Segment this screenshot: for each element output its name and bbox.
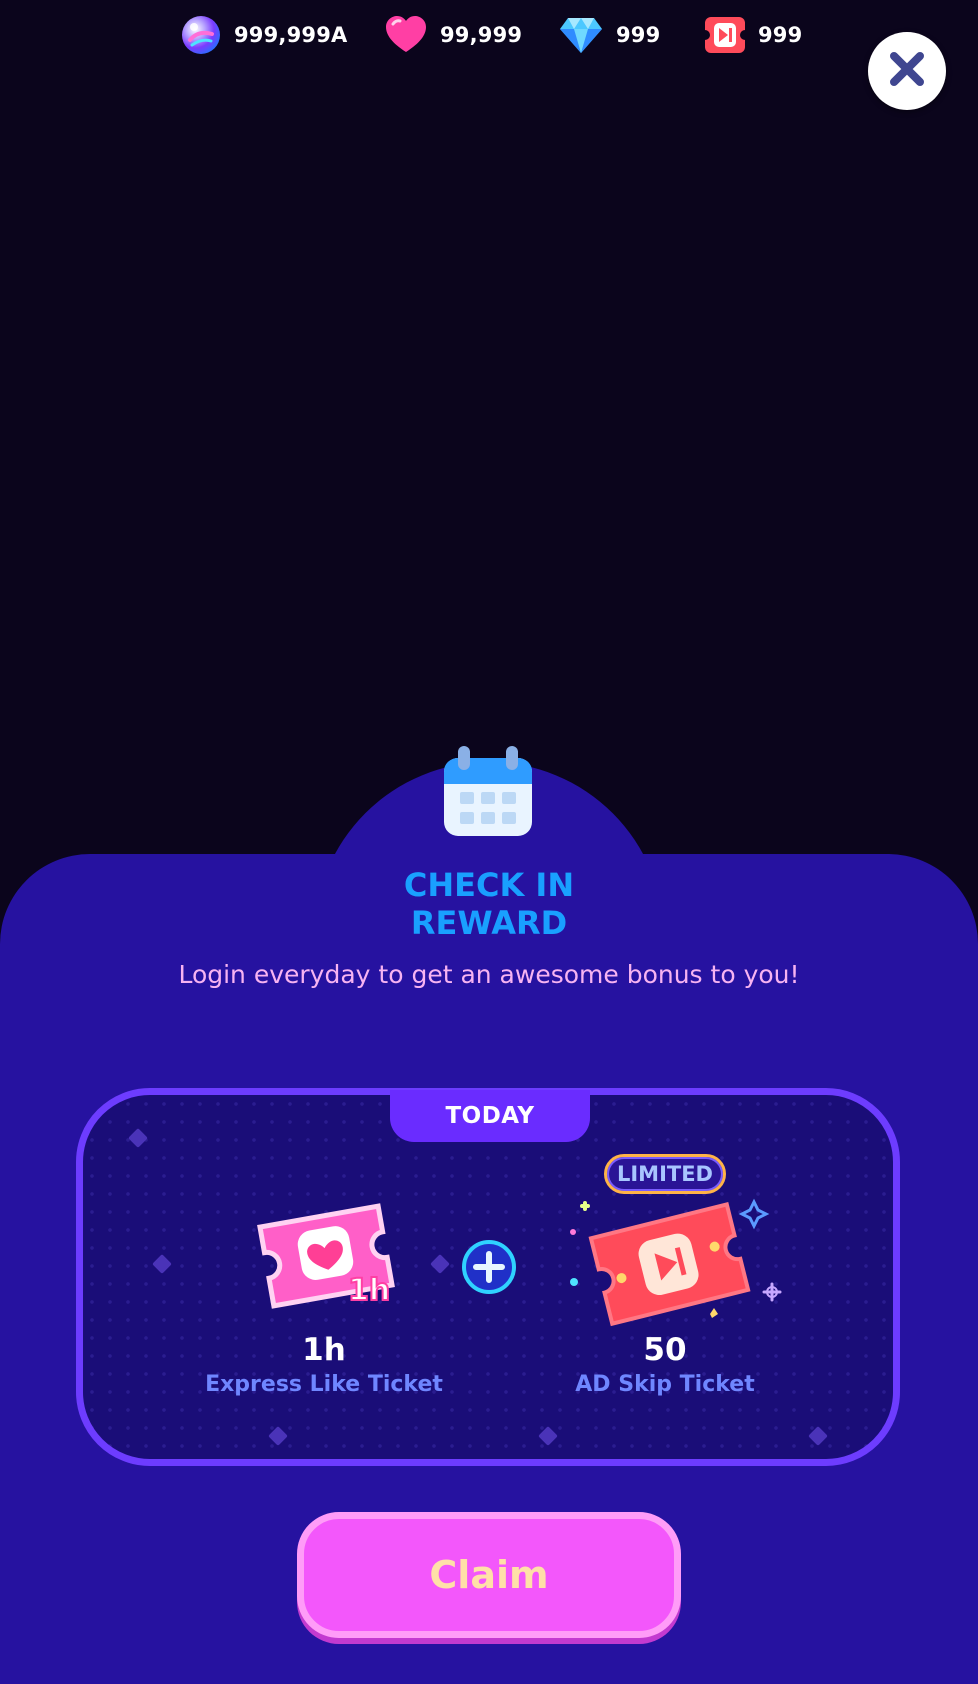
ad-skip-icon: [704, 15, 746, 55]
ad-skip-value: 999: [758, 23, 803, 47]
ticket-duration-badge: 1h: [348, 1273, 390, 1308]
gems-value: 999: [616, 23, 661, 47]
limited-badge: LIMITED: [604, 1154, 726, 1194]
sparkle-decor: [430, 1254, 450, 1274]
ad-skip-amount: 50: [643, 1332, 687, 1368]
ad-skip-ticket-icon: [560, 1196, 790, 1340]
diamond-icon: [558, 15, 604, 55]
page-title: CHECK IN REWARD: [0, 866, 978, 942]
calendar-icon: [440, 744, 536, 840]
express-like-amount: 1h: [302, 1332, 346, 1368]
title-line-2: REWARD: [410, 904, 568, 942]
currency-bar: 999,999A 99,999 999 999: [0, 12, 978, 58]
express-like-name: Express Like Ticket: [205, 1372, 443, 1397]
claim-button[interactable]: Claim: [297, 1512, 681, 1638]
today-tab: TODAY: [390, 1090, 590, 1142]
hearts-value: 99,999: [440, 23, 523, 47]
close-icon: [888, 50, 926, 92]
currency-hearts[interactable]: 99,999: [384, 12, 522, 58]
sparkle-decor: [152, 1254, 172, 1274]
sparkle-decor: [128, 1128, 148, 1148]
currency-gems[interactable]: 999: [558, 12, 660, 58]
express-like-ticket-icon: 1h: [252, 1198, 400, 1318]
title-line-1: CHECK IN: [403, 866, 575, 904]
plus-icon: [460, 1238, 518, 1296]
subtitle: Login everyday to get an awesome bonus t…: [178, 960, 800, 989]
orb-icon: [180, 14, 222, 56]
currency-ad-skip[interactable]: 999: [704, 12, 802, 58]
sparkle-decor: [268, 1426, 288, 1446]
sparkle-decor: [538, 1426, 558, 1446]
heart-icon: [384, 15, 428, 55]
sparkle-decor: [808, 1426, 828, 1446]
ad-skip-name: AD Skip Ticket: [575, 1372, 755, 1397]
currency-orb[interactable]: 999,999A: [180, 12, 348, 58]
close-button[interactable]: [868, 32, 946, 110]
orb-value: 999,999A: [234, 23, 348, 47]
